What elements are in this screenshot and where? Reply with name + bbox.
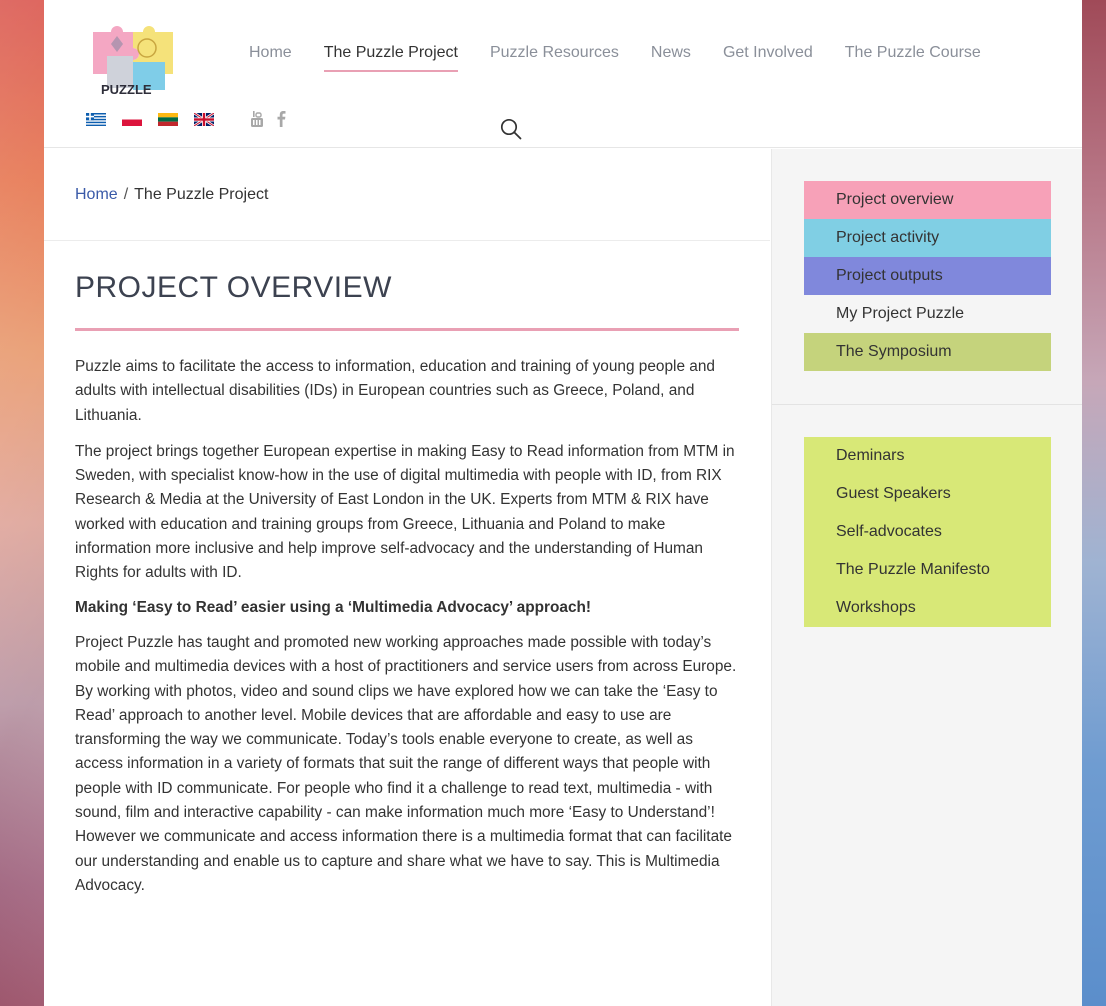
symposium-menu: Deminars Guest Speakers Self-advocates T…	[804, 437, 1051, 627]
sidebar-item-project-overview[interactable]: Project overview	[804, 181, 1051, 219]
sidebar-item-the-puzzle-manifesto[interactable]: The Puzzle Manifesto	[804, 551, 1051, 589]
sidebar: Project overview Project activity Projec…	[771, 149, 1082, 1006]
site-header: PUZZLE Home The Puzzle Project Puzzle Re…	[44, 0, 1082, 148]
breadcrumb-separator: /	[123, 186, 129, 203]
logo-text: PUZZLE	[101, 82, 152, 97]
breadcrumb-home-link[interactable]: Home	[75, 186, 118, 203]
page-title: PROJECT OVERVIEW	[75, 271, 739, 331]
article: PROJECT OVERVIEW Puzzle aims to facilita…	[44, 241, 770, 898]
main-nav: Home The Puzzle Project Puzzle Resources…	[249, 44, 1013, 72]
paragraph-multimedia-advocacy: However we communicate and access inform…	[75, 828, 732, 894]
sidebar-item-project-outputs[interactable]: Project outputs	[804, 257, 1051, 295]
sidebar-item-project-activity[interactable]: Project activity	[804, 219, 1051, 257]
paragraph-approaches: Project Puzzle has taught and promoted n…	[75, 633, 737, 822]
nav-item-the-puzzle-course[interactable]: The Puzzle Course	[845, 44, 981, 72]
sidebar-item-workshops[interactable]: Workshops	[804, 589, 1051, 627]
puzzle-logo[interactable]: PUZZLE	[87, 22, 179, 98]
breadcrumb: Home / The Puzzle Project	[44, 149, 770, 241]
facebook-icon[interactable]	[276, 110, 286, 128]
page-container: PUZZLE Home The Puzzle Project Puzzle Re…	[44, 0, 1082, 1006]
sidebar-item-my-project-puzzle[interactable]: My Project Puzzle	[804, 295, 1051, 333]
sidebar-divider	[772, 404, 1082, 405]
breadcrumb-current: The Puzzle Project	[134, 186, 269, 203]
nav-item-home[interactable]: Home	[249, 44, 292, 72]
social-links	[250, 110, 286, 128]
nav-item-the-puzzle-project[interactable]: The Puzzle Project	[323, 44, 459, 72]
left-background-decoration	[0, 0, 44, 1006]
sidebar-item-the-symposium[interactable]: The Symposium	[804, 333, 1051, 371]
search-icon[interactable]	[499, 117, 523, 141]
paragraph-expertise: The project brings together European exp…	[75, 442, 735, 582]
right-background-decoration	[1082, 0, 1106, 1006]
poland-flag-icon[interactable]	[122, 113, 142, 126]
sidebar-item-guest-speakers[interactable]: Guest Speakers	[804, 475, 1051, 513]
section-subheading: Making ‘Easy to Read’ easier using a ‘Mu…	[75, 598, 592, 616]
project-menu: Project overview Project activity Projec…	[804, 181, 1051, 371]
paragraph-intro: Puzzle aims to facilitate the access to …	[75, 358, 715, 424]
lithuania-flag-icon[interactable]	[158, 113, 178, 126]
sidebar-item-self-advocates[interactable]: Self-advocates	[804, 513, 1051, 551]
nav-item-puzzle-resources[interactable]: Puzzle Resources	[490, 44, 619, 72]
sidebar-item-deminars[interactable]: Deminars	[804, 437, 1051, 475]
language-flags	[86, 113, 214, 126]
uk-flag-icon[interactable]	[194, 113, 214, 126]
main-content: Home / The Puzzle Project PROJECT OVERVIEW…	[44, 149, 770, 898]
nav-item-news[interactable]: News	[651, 44, 691, 72]
nav-item-get-involved[interactable]: Get Involved	[723, 44, 813, 72]
youtube-icon[interactable]	[250, 110, 264, 128]
greece-flag-icon[interactable]	[86, 113, 106, 126]
